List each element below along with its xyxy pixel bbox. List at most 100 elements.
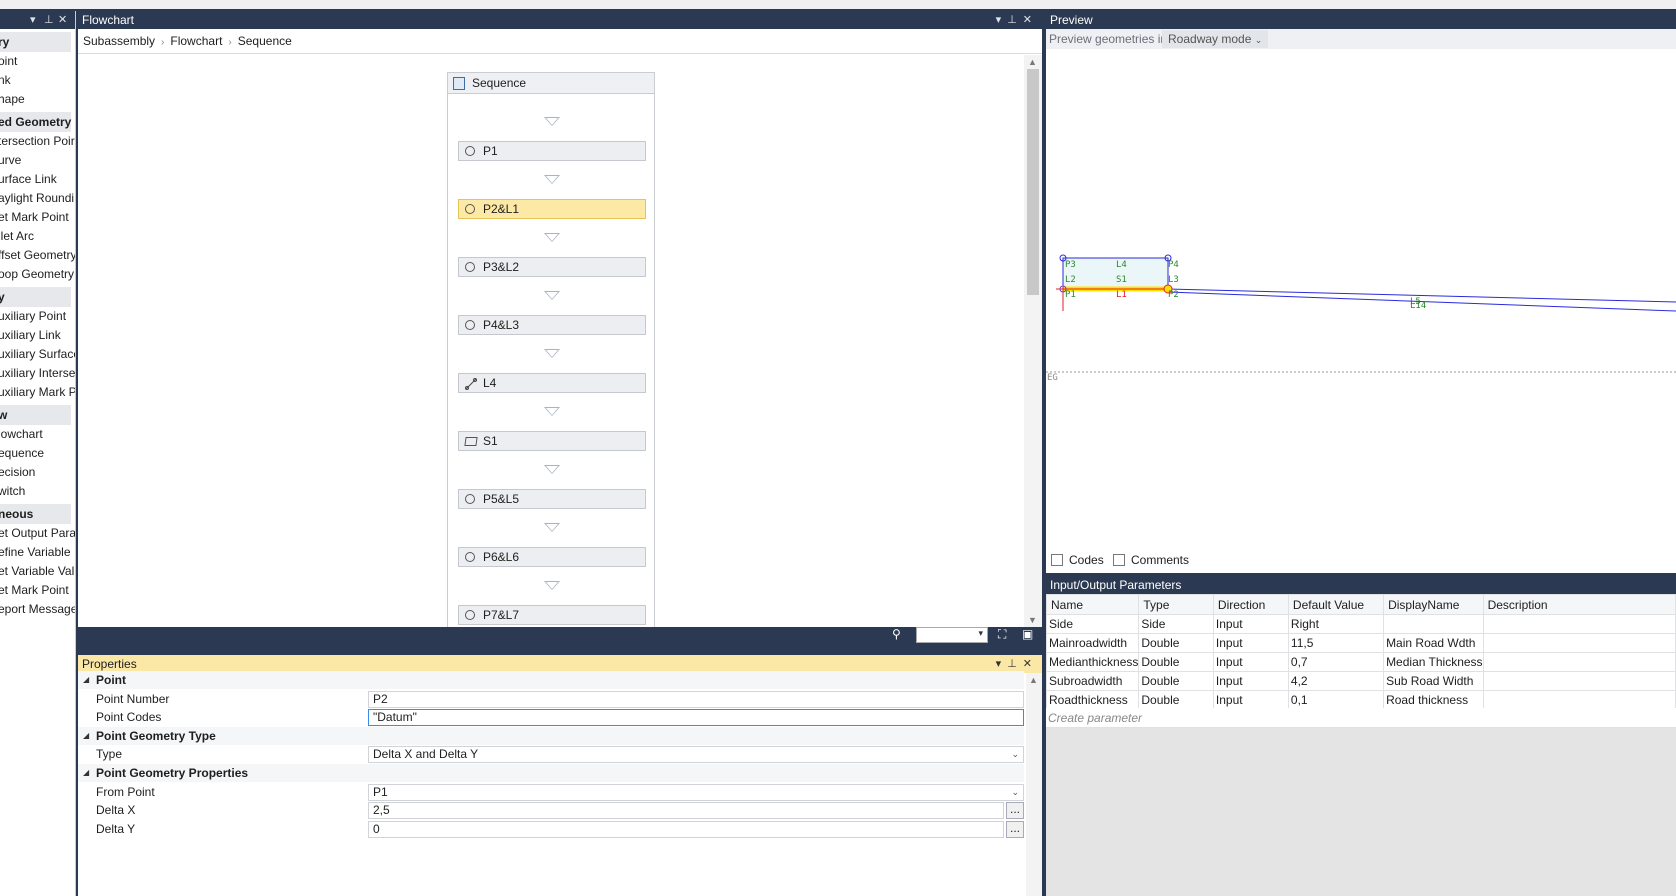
property-category[interactable]: Point Geometry Type bbox=[78, 726, 1024, 745]
fit-view-icon[interactable]: ⛶ bbox=[998, 627, 1006, 642]
scroll-up-icon[interactable]: ▲ bbox=[1029, 675, 1038, 685]
toolbox-item[interactable]: et Mark Point bbox=[0, 581, 71, 600]
zoom-select[interactable]: ▾ bbox=[916, 627, 988, 643]
toolbox-category[interactable]: w bbox=[0, 405, 71, 425]
toolbox-item[interactable]: aylight Roundi bbox=[0, 189, 74, 208]
flow-node[interactable]: P5&L5 bbox=[458, 489, 646, 509]
flow-node[interactable]: P1 bbox=[458, 141, 646, 161]
breadcrumb-item[interactable]: Subassembly bbox=[83, 34, 155, 48]
flow-node[interactable]: P7&L7 bbox=[458, 605, 646, 625]
toolbox-category[interactable]: y bbox=[0, 287, 71, 307]
overview-icon[interactable]: ▣ bbox=[1022, 627, 1033, 641]
table-cell[interactable]: Subroadwidth bbox=[1045, 671, 1140, 691]
table-cell[interactable] bbox=[1482, 614, 1676, 634]
table-cell[interactable]: Double bbox=[1138, 652, 1214, 672]
flow-node[interactable]: P2&L1 bbox=[458, 199, 646, 219]
flow-node[interactable]: P3&L2 bbox=[458, 257, 646, 277]
toolbox-item[interactable]: urve bbox=[0, 151, 71, 170]
table-cell[interactable]: Side bbox=[1138, 614, 1214, 634]
flow-node[interactable]: S1 bbox=[458, 431, 646, 451]
toolbox-item[interactable]: hape bbox=[0, 90, 71, 109]
table-cell[interactable]: Double bbox=[1138, 690, 1214, 710]
comments-checkbox[interactable]: Comments bbox=[1113, 553, 1189, 567]
create-parameter-row[interactable]: Create parameter bbox=[1046, 708, 1676, 728]
toolbox-item[interactable]: eport Message bbox=[0, 600, 75, 619]
table-cell[interactable] bbox=[1482, 652, 1676, 672]
table-cell[interactable]: Input bbox=[1212, 652, 1289, 672]
column-header[interactable]: DisplayName bbox=[1383, 594, 1484, 615]
scroll-up-icon[interactable]: ▲ bbox=[1028, 57, 1037, 67]
toolbox-item[interactable]: witch bbox=[0, 482, 71, 501]
toolbox-item[interactable]: oint bbox=[0, 52, 71, 71]
flowchart-canvas[interactable]: Sequence P1 P2&L1 P3&L2 P4&L3 L4 S1 P5&L5 P6&L6… bbox=[78, 55, 1024, 627]
table-cell[interactable]: Sub Road Width bbox=[1383, 671, 1484, 691]
property-value-field[interactable]: 0 bbox=[368, 820, 1004, 838]
column-header[interactable]: Default Value bbox=[1287, 594, 1385, 615]
toolbox-item[interactable]: uxiliary Link bbox=[0, 326, 71, 345]
column-header[interactable]: Name bbox=[1045, 594, 1140, 615]
property-category[interactable]: Point Geometry Properties bbox=[78, 764, 1024, 782]
toolbox-item[interactable]: nk bbox=[0, 71, 71, 90]
toolbox-category[interactable]: ry bbox=[0, 32, 71, 52]
table-cell[interactable]: 0,1 bbox=[1287, 690, 1385, 710]
table-cell[interactable] bbox=[1383, 614, 1484, 634]
column-header[interactable]: Type bbox=[1138, 594, 1214, 615]
pin-icon[interactable]: ⊥ bbox=[44, 13, 54, 26]
ellipsis-button[interactable]: ... bbox=[1006, 802, 1024, 820]
table-cell[interactable]: Double bbox=[1138, 633, 1214, 653]
toolbox-category[interactable]: neous bbox=[0, 504, 71, 524]
toolbox-item[interactable]: ecision bbox=[0, 463, 71, 482]
toolbox-item[interactable]: llet Arc bbox=[0, 227, 71, 246]
property-category[interactable]: Point bbox=[78, 671, 1024, 689]
table-cell[interactable]: Roadthickness bbox=[1045, 690, 1140, 710]
ellipsis-button[interactable]: ... bbox=[1006, 820, 1024, 838]
column-header[interactable]: Description bbox=[1482, 594, 1676, 615]
table-cell[interactable]: 4,2 bbox=[1287, 671, 1385, 691]
table-row[interactable]: Side Side Input Right bbox=[1045, 614, 1676, 634]
table-cell[interactable]: Input bbox=[1212, 690, 1289, 710]
property-value-field[interactable]: Delta X and Delta Y ⌄ bbox=[368, 746, 1024, 764]
toolbox-item[interactable]: uxiliary Point bbox=[0, 307, 71, 326]
table-cell[interactable]: 0,7 bbox=[1287, 652, 1385, 672]
scrollbar-thumb[interactable] bbox=[1027, 69, 1039, 295]
breadcrumb-item[interactable]: Flowchart bbox=[170, 34, 222, 48]
table-row[interactable]: Subroadwidth Double Input 4,2 Sub Road Width bbox=[1045, 671, 1676, 691]
search-icon[interactable]: ⚲ bbox=[892, 627, 901, 641]
preview-mode-select[interactable]: Roadway mode ⌄ bbox=[1162, 30, 1269, 48]
table-cell[interactable]: Median Thickness bbox=[1383, 652, 1484, 672]
scroll-down-icon[interactable]: ▼ bbox=[1028, 615, 1037, 625]
toolbox-item[interactable]: tersection Poir bbox=[0, 132, 75, 151]
property-value-field[interactable]: "Datum" bbox=[368, 709, 1024, 727]
sequence-container[interactable]: Sequence P1 P2&L1 P3&L2 P4&L3 L4 S1 P5&L5 P6&L6… bbox=[447, 72, 655, 627]
table-cell[interactable]: Road thickness bbox=[1383, 690, 1484, 710]
dropdown-icon[interactable]: ▾ bbox=[30, 13, 36, 26]
property-value-field[interactable]: 2,5 bbox=[368, 802, 1004, 820]
flow-node[interactable]: P4&L3 bbox=[458, 315, 646, 335]
toolbox-item[interactable]: uxiliary Surface bbox=[0, 345, 75, 364]
preview-canvas[interactable]: P3 L4 P4 L2 S1 L3 P1 P2 L5 L14 L1 EG bbox=[1046, 49, 1676, 547]
table-row[interactable]: Medianthickness Double Input 0,7 Median Thic… bbox=[1045, 652, 1676, 672]
table-cell[interactable] bbox=[1482, 671, 1676, 691]
codes-checkbox[interactable]: Codes bbox=[1051, 553, 1104, 567]
table-cell[interactable]: Input bbox=[1212, 633, 1289, 653]
flowchart-scrollbar[interactable]: ▲ ▼ bbox=[1024, 55, 1042, 627]
flow-node[interactable]: P6&L6 bbox=[458, 547, 646, 567]
toolbox-category[interactable]: ed Geometry bbox=[0, 112, 71, 132]
property-value-field[interactable]: P2 bbox=[368, 690, 1024, 708]
table-cell[interactable]: Input bbox=[1212, 671, 1289, 691]
toolbox-item[interactable]: ffset Geometry bbox=[0, 246, 75, 265]
breadcrumb-item[interactable]: Sequence bbox=[238, 34, 292, 48]
toolbox-item[interactable]: et Mark Point bbox=[0, 208, 71, 227]
table-cell[interactable]: Mainroadwidth bbox=[1045, 633, 1140, 653]
table-row[interactable]: Roadthickness Double Input 0,1 Road thicknes… bbox=[1045, 690, 1676, 710]
table-cell[interactable]: Main Road Wdth bbox=[1383, 633, 1484, 653]
table-cell[interactable]: Right bbox=[1287, 614, 1385, 634]
table-cell[interactable]: Side bbox=[1045, 614, 1140, 634]
toolbox-item[interactable]: uxiliary Mark P bbox=[0, 383, 75, 402]
properties-scrollbar[interactable]: ▲ bbox=[1026, 673, 1042, 896]
table-cell[interactable] bbox=[1482, 690, 1676, 710]
toolbox-item[interactable]: oop Geometry bbox=[0, 265, 74, 284]
toolbox-item[interactable]: urface Link bbox=[0, 170, 71, 189]
table-cell[interactable]: Medianthickness bbox=[1045, 652, 1140, 672]
table-cell[interactable]: Double bbox=[1138, 671, 1214, 691]
